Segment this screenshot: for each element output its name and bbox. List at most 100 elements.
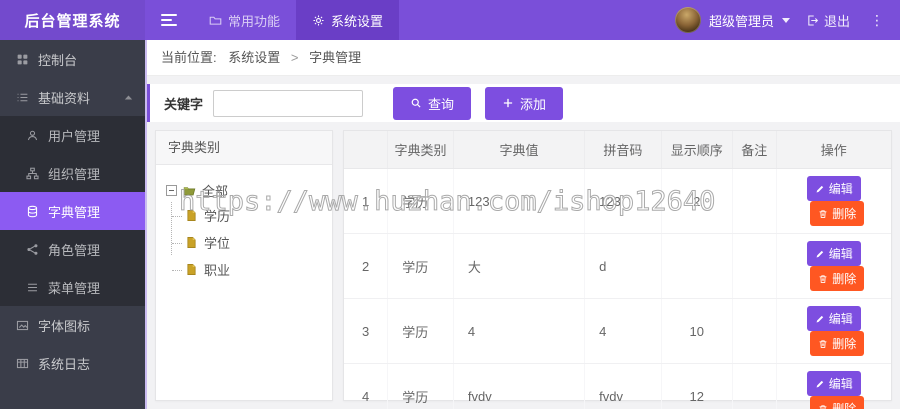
- tree-node-label: 学历: [204, 209, 231, 224]
- sidebar-item-基础资料[interactable]: 基础资料: [0, 78, 145, 116]
- table-row: 3 学历 4 4 10 编辑 删除: [344, 298, 891, 364]
- cell-actions: 编辑 删除: [776, 168, 891, 234]
- sidebar-item-label: 字体图标: [38, 318, 91, 334]
- tree-node[interactable]: 学位: [172, 229, 322, 256]
- list-icon: [16, 91, 29, 104]
- sidebar-item-系统日志[interactable]: 系统日志: [0, 344, 145, 382]
- delete-button-label: 删除: [832, 402, 857, 409]
- sidebar-item-角色管理[interactable]: 角色管理: [0, 230, 145, 268]
- tree-node-label: 学位: [204, 236, 231, 251]
- table-row: 2 学历大 d 编辑 删除: [344, 233, 891, 299]
- sidebar-item-label: 组织管理: [48, 166, 101, 182]
- search-icon: [410, 97, 422, 109]
- cell-order: 10: [661, 298, 733, 364]
- folder-open-icon: [183, 184, 196, 197]
- sidebar: 控制台基础资料用户管理组织管理字典管理角色管理菜单管理字体图标系统日志: [0, 40, 147, 409]
- image-icon: [16, 319, 29, 332]
- cell-pinyin: 4: [584, 298, 662, 364]
- cell-category: 学历: [387, 168, 454, 234]
- edit-button[interactable]: 编辑: [806, 371, 861, 396]
- file-icon: [185, 236, 198, 249]
- search-input[interactable]: [213, 89, 364, 117]
- delete-button[interactable]: 删除: [810, 396, 865, 409]
- pencil-icon: [815, 314, 825, 324]
- delete-button[interactable]: 删除: [810, 266, 865, 291]
- add-button[interactable]: 添加: [485, 86, 564, 120]
- sidebar-toggle-icon[interactable]: [145, 0, 193, 40]
- header-right: 超级管理员 退出 ⋮: [674, 0, 900, 40]
- delete-button[interactable]: 删除: [810, 201, 865, 226]
- org-icon: [26, 167, 39, 180]
- trash-icon: [818, 209, 828, 219]
- user-dropdown[interactable]: 超级管理员: [674, 7, 790, 33]
- user-icon: [26, 129, 39, 142]
- tree-node-label: 职业: [204, 263, 231, 278]
- tree-children: 学历 学位 职业: [171, 202, 322, 283]
- delete-button[interactable]: 删除: [810, 331, 865, 356]
- share-icon: [26, 243, 39, 256]
- breadcrumb-prefix: 当前位置:: [161, 50, 217, 65]
- cell-value: fvdv: [453, 363, 586, 409]
- sidebar-item-控制台[interactable]: 控制台: [0, 40, 145, 78]
- row-index: 3: [344, 298, 389, 364]
- pencil-icon: [815, 184, 825, 194]
- tree-root-node[interactable]: 全部: [166, 181, 322, 200]
- dashboard-icon: [16, 53, 29, 66]
- category-tree-panel: 字典类别 全部 学历 学位 职业: [155, 130, 333, 401]
- query-button-label: 查询: [428, 96, 455, 112]
- sidebar-item-label: 系统日志: [38, 356, 91, 372]
- edit-button[interactable]: 编辑: [806, 176, 861, 201]
- delete-button-label: 删除: [832, 337, 857, 351]
- tree-collapse-icon[interactable]: [166, 185, 177, 196]
- pencil-icon: [815, 249, 825, 259]
- cell-value: 大: [453, 233, 586, 299]
- header-nav: 常用功能 系统设置: [193, 0, 400, 40]
- tree-node[interactable]: 学历: [172, 202, 322, 229]
- sidebar-filler: [0, 382, 145, 409]
- search-toolbar: 关键字 查询 添加: [147, 84, 900, 122]
- edit-button-label: 编辑: [828, 247, 853, 261]
- edit-button[interactable]: 编辑: [806, 241, 861, 266]
- logout-label: 退出: [823, 13, 850, 29]
- col-category: 字典类别: [387, 131, 454, 169]
- more-options-icon[interactable]: ⋮: [866, 12, 888, 29]
- plus-icon: [502, 97, 514, 109]
- col-pinyin: 拼音码: [584, 131, 662, 169]
- chevron-down-icon: [781, 17, 790, 23]
- sidebar-item-组织管理[interactable]: 组织管理: [0, 154, 145, 192]
- sidebar-item-label: 基础资料: [38, 90, 91, 106]
- sidebar-item-label: 菜单管理: [48, 280, 101, 296]
- category-tree: 全部 学历学位职业: [156, 165, 332, 299]
- sidebar-item-用户管理[interactable]: 用户管理: [0, 116, 145, 154]
- col-value: 字典值: [453, 131, 586, 169]
- folder-icon: [209, 14, 222, 27]
- cell-category: 学历: [387, 233, 454, 299]
- add-button-label: 添加: [520, 96, 547, 112]
- menu-icon: [26, 281, 39, 294]
- sidebar-item-label: 字典管理: [48, 204, 101, 220]
- breadcrumb-section[interactable]: 系统设置: [228, 50, 280, 65]
- cell-actions: 编辑 删除: [776, 233, 891, 299]
- cell-note: [732, 233, 777, 299]
- caret-up-icon: [122, 91, 135, 104]
- logout-button[interactable]: 退出: [806, 11, 850, 30]
- sidebar-item-label: 角色管理: [48, 242, 101, 258]
- trash-icon: [818, 274, 828, 284]
- nav-item-common[interactable]: 常用功能: [193, 0, 296, 40]
- nav-item-label: 常用功能: [228, 13, 281, 29]
- sidebar-item-字典管理[interactable]: 字典管理: [0, 192, 145, 230]
- query-button[interactable]: 查询: [393, 86, 472, 120]
- sidebar-item-字体图标[interactable]: 字体图标: [0, 306, 145, 344]
- cell-pinyin: d: [584, 233, 662, 299]
- col-actions: 操作: [776, 131, 891, 169]
- sidebar-item-菜单管理[interactable]: 菜单管理: [0, 268, 145, 306]
- file-icon: [185, 263, 198, 276]
- nav-item-settings[interactable]: 系统设置: [296, 0, 400, 40]
- tree-node[interactable]: 职业: [171, 256, 322, 283]
- edit-button[interactable]: 编辑: [806, 306, 861, 331]
- cell-order: [661, 233, 733, 299]
- row-index: 1: [344, 168, 389, 234]
- top-header: 后台管理系统 常用功能 系统设置 超级管理员 退出 ⋮: [0, 0, 900, 40]
- content-row: 字典类别 全部 学历 学位 职业 字典类别 字典值 拼音码 显示顺序 备注 操作…: [147, 122, 900, 409]
- col-note: 备注: [732, 131, 777, 169]
